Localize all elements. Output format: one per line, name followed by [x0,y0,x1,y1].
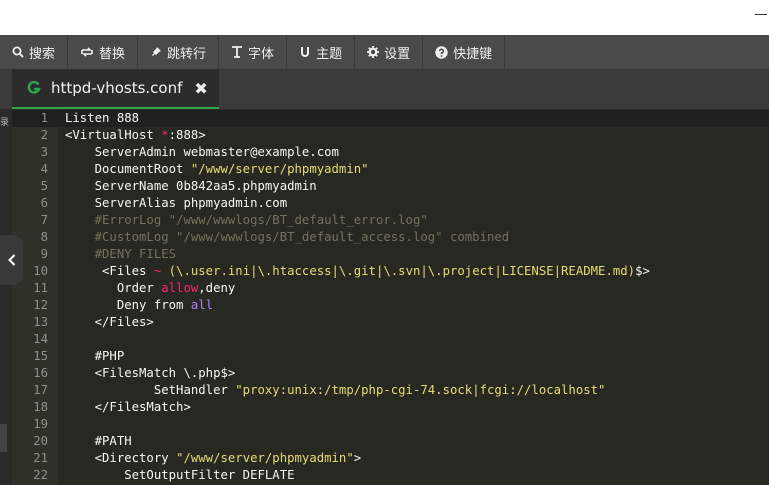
font-button[interactable]: 字体 [219,35,288,69]
code-line[interactable]: 7 #ErrorLog "/www/wwwlogs/BT_default_err… [12,212,769,229]
editor-window: 搜索 替换 跳转行 字体 主题 设置 快捷键 httpd-vhosts.conf… [0,0,769,485]
line-text: #PATH [65,434,132,448]
line-number: 14 [33,332,48,346]
settings-button[interactable]: 设置 [355,35,424,69]
code-line[interactable]: 20 #PATH [12,433,769,450]
code-line[interactable]: 21 <Directory "/www/server/phpmyadmin"> [12,450,769,467]
code-line[interactable]: 15 #PHP [12,348,769,365]
line-number: 20 [33,434,48,448]
code-line[interactable]: 13 </Files> [12,314,769,331]
minimize-icon[interactable] [755,14,767,15]
line-text: #CustomLog "/www/wwwlogs/BT_default_acce… [65,230,510,244]
line-number: 4 [40,162,48,176]
code-line[interactable]: 1 Listen 888 [12,110,769,127]
line-number: 18 [33,400,48,414]
theme-button[interactable]: 主题 [287,35,356,69]
line-number: 12 [33,298,48,312]
font-icon [232,46,243,58]
code-line[interactable]: 9 #DENY FILES [12,246,769,263]
line-text: </Files> [65,315,154,329]
line-number: 17 [33,383,48,397]
line-number: 19 [33,417,48,431]
line-text: SetOutputFilter DEFLATE [65,468,295,482]
title-bar [0,0,769,35]
code-line[interactable]: 8 #CustomLog "/www/wwwlogs/BT_default_ac… [12,229,769,246]
code-line[interactable]: 16 <FilesMatch \.php$> [12,365,769,382]
line-number: 6 [40,196,48,210]
side-panel-block [0,424,7,452]
line-number: 16 [33,366,48,380]
code-line[interactable]: 3 ServerAdmin webmaster@example.com [12,144,769,161]
line-number: 5 [40,179,48,193]
pin-icon [152,47,162,56]
code-line[interactable]: 12 Deny from all [12,297,769,314]
line-number: 13 [33,315,48,329]
line-number: 2 [40,128,48,142]
line-text: <Directory "/www/server/phpmyadmin"> [65,451,362,465]
code-line[interactable]: 18 </FilesMatch> [12,399,769,416]
line-text: #DENY FILES [65,247,177,261]
tab-httpd-vhosts[interactable]: httpd-vhosts.conf ✖ [12,69,219,109]
code-line[interactable]: 17 SetHandler "proxy:unix:/tmp/php-cgi-7… [12,382,769,399]
close-tab-icon[interactable]: ✖ [194,79,207,98]
search-button[interactable]: 搜索 [0,35,69,69]
theme-button-label: 主题 [316,46,343,62]
settings-button-label: 设置 [384,46,411,62]
tab-filename: httpd-vhosts.conf [51,79,183,97]
collapse-sidebar-button[interactable] [0,235,23,285]
line-number: 7 [40,213,48,227]
line-text: <VirtualHost *:888> [65,128,206,142]
replace-button[interactable]: 替换 [68,35,139,69]
theme-icon [301,47,310,57]
search-icon [12,46,24,58]
code-line[interactable]: 10 <Files ~ (\.user.ini|\.htaccess|\.git… [12,263,769,280]
line-text: ServerName 0b842aa5.phpmyadmin [65,179,317,193]
line-text: #ErrorLog "/www/wwwlogs/BT_default_error… [65,213,428,227]
line-text: #PHP [65,349,125,363]
code-line[interactable]: 11 Order allow,deny [12,280,769,297]
gear-icon [367,46,380,58]
replace-button-label: 替换 [99,46,126,62]
line-number: 1 [40,111,48,125]
line-number: 21 [33,451,48,465]
help-icon [435,45,448,59]
toolbar: 搜索 替换 跳转行 字体 主题 设置 快捷键 [0,35,769,69]
goto-line-button[interactable]: 跳转行 [138,35,220,69]
line-text: Deny from all [65,298,214,312]
font-button-label: 字体 [248,46,275,62]
replace-icon [81,47,93,57]
line-text: </FilesMatch> [65,400,191,414]
line-number: 22 [33,468,48,482]
side-panel-marker: 录 [0,118,10,128]
goto-line-button-label: 跳转行 [167,46,207,62]
search-button-label: 搜索 [29,46,56,62]
code-line[interactable]: 5 ServerName 0b842aa5.phpmyadmin [12,178,769,195]
line-text: <FilesMatch \.php$> [65,366,236,380]
line-text: Listen 888 [65,111,140,125]
shortcuts-button[interactable]: 快捷键 [423,35,506,69]
shortcuts-button-label: 快捷键 [453,46,493,62]
code-line[interactable]: 14 [12,331,769,348]
line-number: 3 [40,145,48,159]
code-line[interactable]: 4 DocumentRoot "/www/server/phpmyadmin" [12,161,769,178]
code-line[interactable]: 22 SetOutputFilter DEFLATE [12,467,769,484]
chevron-left-icon [7,254,15,266]
code-editor[interactable]: 1 Listen 888 2 <VirtualHost *:888> 3 ServerA… [12,109,769,485]
line-text: DocumentRoot "/www/server/phpmyadmin" [65,162,369,176]
line-text: SetHandler "proxy:unix:/tmp/php-cgi-74.s… [65,383,606,397]
line-text: <Files ~ (\.user.ini|\.htaccess|\.git|\.… [65,264,650,278]
line-number: 15 [33,349,48,363]
code-line[interactable]: 2 <VirtualHost *:888> [12,127,769,144]
line-text: ServerAlias phpmyadmin.com [65,196,288,210]
code-line[interactable]: 6 ServerAlias phpmyadmin.com [12,195,769,212]
line-text: Order allow,deny [65,281,236,295]
line-text: ServerAdmin webmaster@example.com [65,145,339,159]
file-type-icon [27,81,41,94]
code-line[interactable]: 19 [12,416,769,433]
